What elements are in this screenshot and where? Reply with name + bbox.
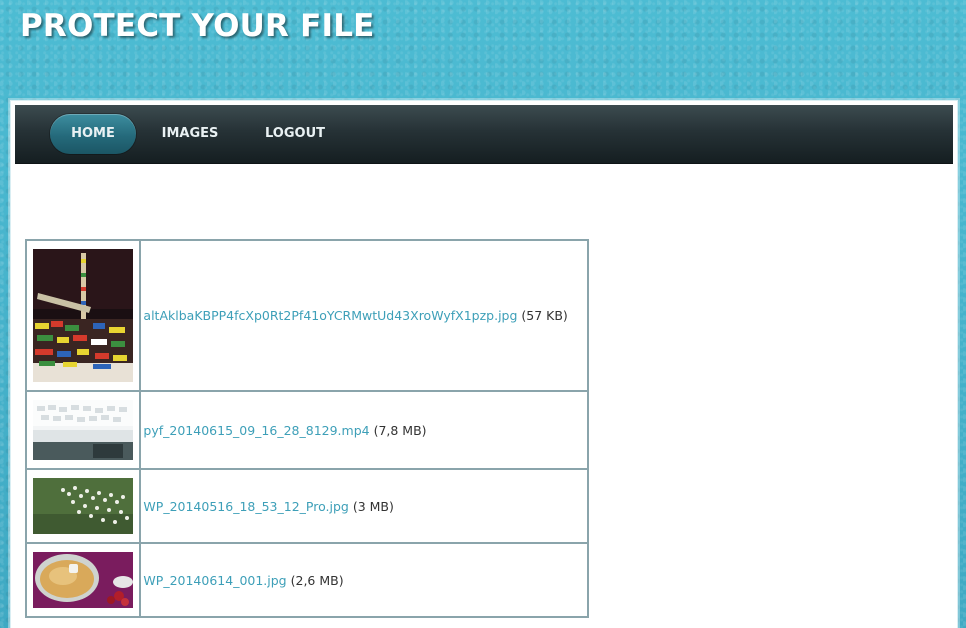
file-size: (7,8 MB) <box>373 422 427 438</box>
table-row: WP_20140516_18_53_12_Pro.jpg (3 MB) <box>26 469 588 543</box>
birds-on-grass-thumbnail[interactable] <box>33 478 134 534</box>
thumbnail-cell <box>26 543 141 617</box>
file-size: (57 KB) <box>521 308 568 323</box>
keyboard-thumbnail[interactable] <box>33 400 134 460</box>
nav-home[interactable]: HOME <box>50 114 136 154</box>
file-size: (3 MB) <box>352 498 394 514</box>
file-name-cell: WP_20140614_001.jpg (2,6 MB) <box>140 543 588 617</box>
table-row: altAklbaKBPP4fcXp0Rt2Pf41oYCRMwtUd43XroW… <box>26 240 588 391</box>
file-link[interactable]: WP_20140516_18_53_12_Pro.jpg <box>143 499 348 514</box>
file-link[interactable]: WP_20140614_001.jpg <box>143 573 286 588</box>
file-link[interactable]: altAklbaKBPP4fcXp0Rt2Pf41oYCRMwtUd43XroW… <box>143 308 517 323</box>
thumbnail-cell <box>26 469 141 543</box>
file-name-cell: altAklbaKBPP4fcXp0Rt2Pf41oYCRMwtUd43XroW… <box>140 240 588 391</box>
file-name-cell: WP_20140516_18_53_12_Pro.jpg (3 MB) <box>140 469 588 543</box>
main-nav: HOME IMAGES LOGOUT <box>15 105 953 164</box>
food-dish-thumbnail[interactable] <box>33 552 134 608</box>
main-container: HOME IMAGES LOGOUT altAklbaKBPP4fcXp0Rt2… <box>10 100 958 628</box>
table-row: pyf_20140615_09_16_28_8129.mp4 (7,8 MB) <box>26 391 588 469</box>
lego-tower-thumbnail[interactable] <box>33 249 134 382</box>
site-title: PROTECT YOUR FILE <box>20 8 375 44</box>
nav-images[interactable]: IMAGES <box>157 114 223 154</box>
file-name-cell: pyf_20140615_09_16_28_8129.mp4 (7,8 MB) <box>140 391 588 469</box>
table-row: WP_20140614_001.jpg (2,6 MB) <box>26 543 588 617</box>
file-table: altAklbaKBPP4fcXp0Rt2Pf41oYCRMwtUd43XroW… <box>25 239 589 618</box>
file-size: (2,6 MB) <box>290 572 344 588</box>
thumbnail-cell <box>26 391 141 469</box>
file-link[interactable]: pyf_20140615_09_16_28_8129.mp4 <box>143 423 369 438</box>
nav-logout[interactable]: LOGOUT <box>259 114 331 154</box>
thumbnail-cell <box>26 240 141 391</box>
